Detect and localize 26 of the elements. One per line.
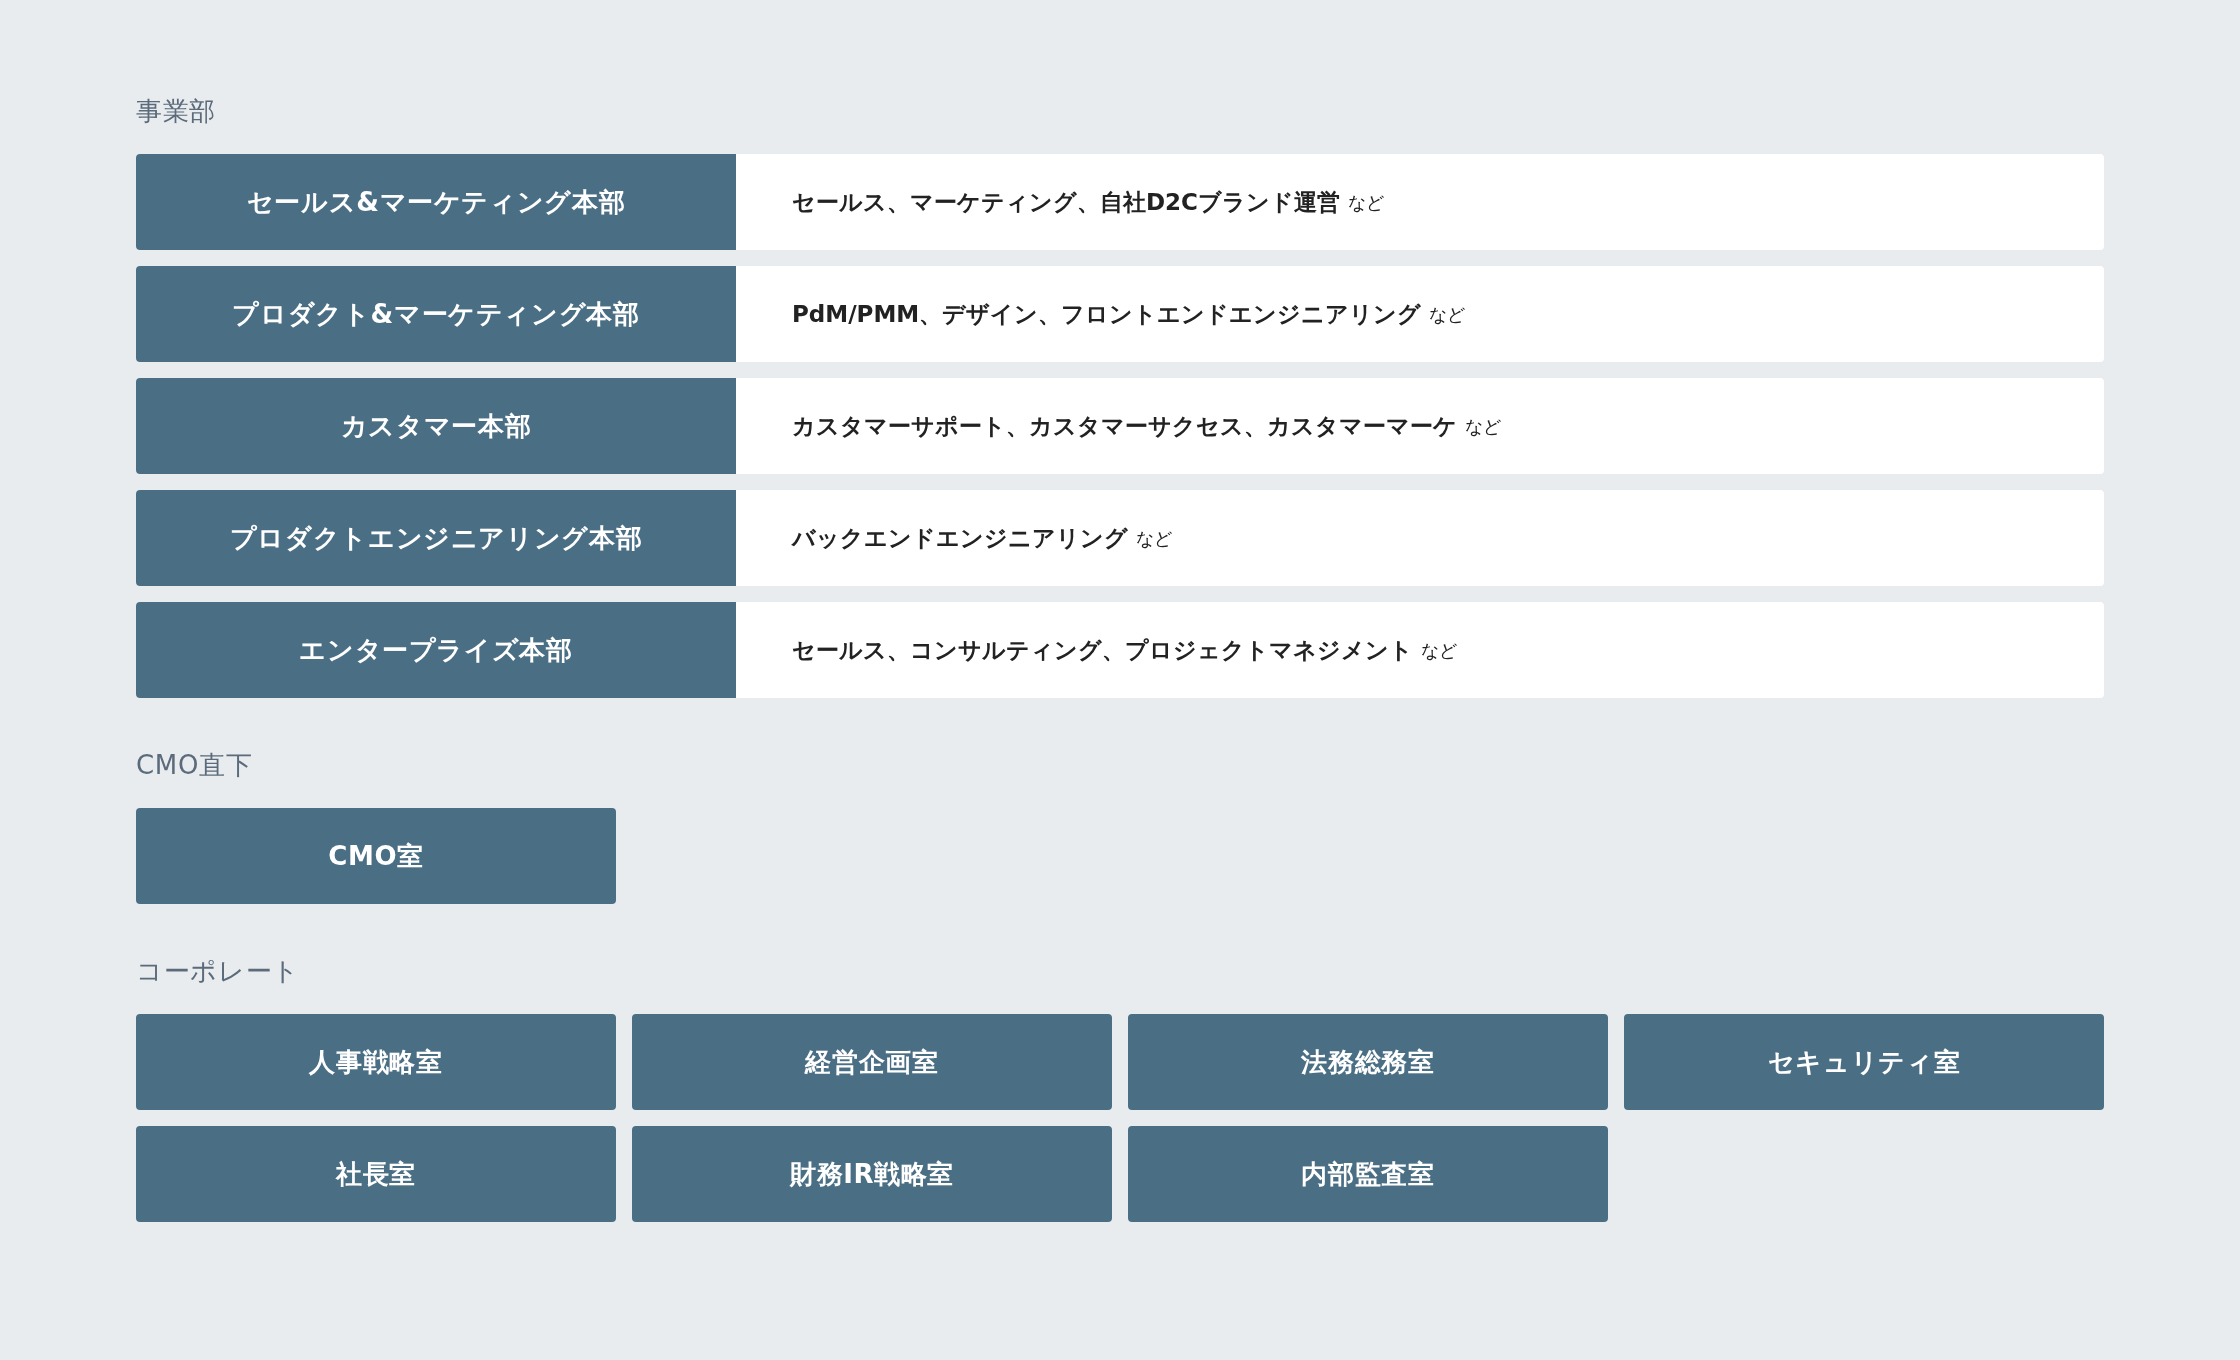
office-box: 経営企画室 [632, 1014, 1112, 1110]
office-box: CMO室 [136, 808, 616, 904]
office-box: セキュリティ室 [1624, 1014, 2104, 1110]
etc-label: など [1136, 526, 1172, 551]
department-description: PdM/PMM、デザイン、フロントエンドエンジニアリング [792, 299, 1422, 329]
department-name: プロダクトエンジニアリング本部 [136, 490, 736, 586]
section-heading: 事業部 [136, 95, 217, 128]
etc-label: など [1421, 638, 1457, 663]
office-box: 人事戦略室 [136, 1014, 616, 1110]
etc-label: など [1465, 414, 1501, 439]
department-name: セールス&マーケティング本部 [136, 154, 736, 250]
office-box: 財務IR戦略室 [632, 1126, 1112, 1222]
office-box: 社長室 [136, 1126, 616, 1222]
department-name: カスタマー本部 [136, 378, 736, 474]
section-heading: CMO直下 [136, 749, 254, 782]
department-description: セールス、コンサルティング、プロジェクトマネジメント [792, 635, 1413, 665]
office-box: 内部監査室 [1128, 1126, 1608, 1222]
section-heading: コーポレート [136, 955, 301, 988]
department-description: カスタマーサポート、カスタマーサクセス、カスタマーマーケ [792, 411, 1457, 441]
etc-label: など [1429, 302, 1466, 327]
department-description: セールス、マーケティング、自社D2Cブランド運営 [792, 187, 1340, 217]
department-name: プロダクト&マーケティング本部 [136, 266, 736, 362]
office-box: 法務総務室 [1128, 1014, 1608, 1110]
etc-label: など [1348, 190, 1384, 215]
department-description: バックエンドエンジニアリング [792, 523, 1128, 553]
department-name: エンタープライズ本部 [136, 602, 736, 698]
